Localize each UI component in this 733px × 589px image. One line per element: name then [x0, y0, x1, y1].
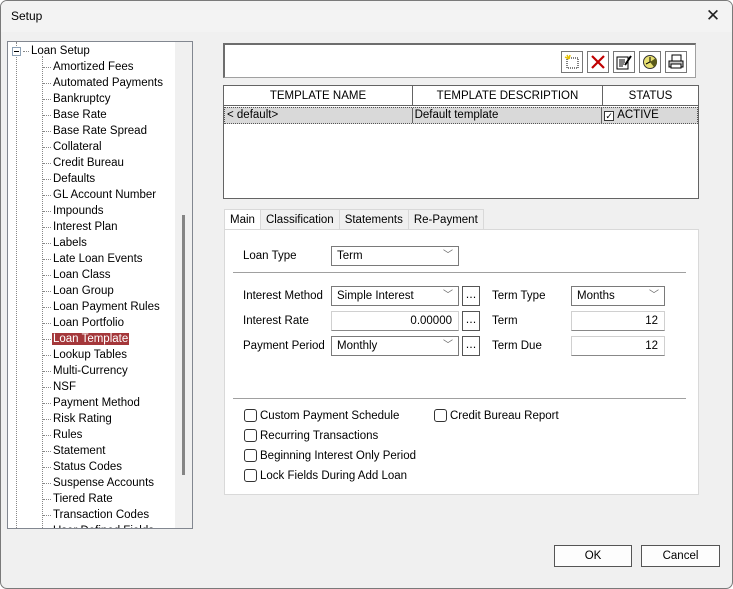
term-type-select[interactable]: Months ﹀	[571, 286, 665, 306]
loan-type-label: Loan Type	[243, 250, 297, 262]
tree-item-multi-currency[interactable]: Multi-Currency	[43, 363, 129, 379]
beginning-interest-only-period-checkbox[interactable]: Beginning Interest Only Period	[244, 449, 416, 462]
interest-rate-label: Interest Rate	[243, 315, 309, 327]
tree-item-base-rate[interactable]: Base Rate	[43, 107, 108, 123]
refresh-icon	[643, 55, 658, 69]
chevron-down-icon: ﹀	[443, 340, 453, 351]
tree-item-suspense-accounts[interactable]: Suspense Accounts	[43, 475, 155, 491]
tree-scrollbar[interactable]	[175, 42, 192, 528]
tree-item-loan-portfolio[interactable]: Loan Portfolio	[43, 315, 125, 331]
table-row[interactable]: < default> Default template ✓ ACTIVE	[224, 107, 698, 124]
tab-statements[interactable]: Statements	[338, 209, 409, 230]
delete-button[interactable]	[587, 51, 609, 73]
term-label: Term	[492, 315, 518, 327]
new-button[interactable]	[561, 51, 583, 73]
credit-bureau-report-checkbox[interactable]: Credit Bureau Report	[434, 409, 559, 422]
tree-item-base-rate-spread[interactable]: Base Rate Spread	[43, 123, 148, 139]
loan-type-select[interactable]: Term ﹀	[331, 246, 459, 266]
setup-dialog: Setup ✕ Loan Setup Amortized Fees Automat…	[0, 0, 733, 589]
interest-method-ellipsis-button[interactable]: ...	[462, 286, 480, 306]
setup-tree: Loan Setup Amortized Fees Automated Payme…	[7, 41, 193, 529]
print-button[interactable]	[665, 51, 687, 73]
tree-item-credit-bureau[interactable]: Credit Bureau	[43, 155, 125, 171]
tree-item-collateral[interactable]: Collateral	[43, 139, 103, 155]
tree-root-loan-setup[interactable]: Loan Setup	[12, 43, 90, 59]
tree-item-rules[interactable]: Rules	[43, 427, 83, 443]
tree-item-automated-payments[interactable]: Automated Payments	[43, 75, 164, 91]
payment-period-ellipsis-button[interactable]: ...	[462, 336, 480, 356]
term-type-label: Term Type	[492, 290, 546, 302]
tree-item-statement[interactable]: Statement	[43, 443, 106, 459]
tree-item-risk-rating[interactable]: Risk Rating	[43, 411, 113, 427]
tree-item-user-defined-fields[interactable]: User Defined Fields	[43, 523, 155, 528]
tree-item-labels[interactable]: Labels	[43, 235, 88, 251]
tree-item-tiered-rate[interactable]: Tiered Rate	[43, 491, 114, 507]
tree-item-impounds[interactable]: Impounds	[43, 203, 105, 219]
chevron-down-icon: ﹀	[649, 290, 659, 301]
tree-item-lookup-tables[interactable]: Lookup Tables	[43, 347, 128, 363]
interest-rate-input[interactable]: 0.00000	[331, 311, 459, 331]
cell-status: ✓ ACTIVE	[604, 109, 659, 121]
term-due-label: Term Due	[492, 340, 542, 352]
column-header-template-description[interactable]: TEMPLATE DESCRIPTION	[413, 86, 603, 106]
tab-bar: Main Classification Statements Re-Paymen…	[224, 209, 484, 231]
tree-item-defaults[interactable]: Defaults	[43, 171, 96, 187]
refresh-button[interactable]	[639, 51, 661, 73]
collapse-icon[interactable]	[12, 46, 21, 56]
column-header-template-name[interactable]: TEMPLATE NAME	[224, 86, 413, 106]
cancel-button[interactable]: Cancel	[641, 545, 720, 567]
payment-period-select[interactable]: Monthly ﹀	[331, 336, 459, 356]
tree-item-status-codes[interactable]: Status Codes	[43, 459, 123, 475]
custom-payment-schedule-checkbox[interactable]: Custom Payment Schedule	[244, 409, 399, 422]
print-icon	[668, 54, 684, 69]
grid-header: TEMPLATE NAME TEMPLATE DESCRIPTION STATU…	[224, 86, 698, 106]
divider	[233, 398, 686, 399]
tree-item-gl-account-number[interactable]: GL Account Number	[43, 187, 157, 203]
tree-item-payment-method[interactable]: Payment Method	[43, 395, 141, 411]
chevron-down-icon: ﹀	[443, 250, 453, 261]
interest-method-label: Interest Method	[243, 290, 323, 302]
tree-item-interest-plan[interactable]: Interest Plan	[43, 219, 119, 235]
payment-period-label: Payment Period	[243, 340, 325, 352]
tab-main[interactable]: Main	[224, 209, 261, 231]
cell-template-description: Default template	[413, 108, 603, 123]
tree-item-loan-payment-rules[interactable]: Loan Payment Rules	[43, 299, 161, 315]
recurring-transactions-checkbox[interactable]: Recurring Transactions	[244, 429, 378, 442]
tree-item-transaction-codes[interactable]: Transaction Codes	[43, 507, 150, 523]
status-checkbox[interactable]: ✓	[604, 111, 615, 121]
column-header-status[interactable]: STATUS	[603, 86, 698, 106]
edit-button[interactable]	[613, 51, 635, 73]
term-input[interactable]: 12	[571, 311, 665, 331]
new-icon	[564, 54, 579, 69]
main-tab-panel: Loan Type Term ﹀ Interest Method Simple I…	[224, 229, 699, 495]
chevron-down-icon: ﹀	[443, 290, 453, 301]
tree-item-bankruptcy[interactable]: Bankruptcy	[43, 91, 112, 107]
ok-button[interactable]: OK	[554, 545, 632, 567]
tab-classification[interactable]: Classification	[259, 209, 340, 230]
cell-template-name: < default>	[225, 108, 413, 123]
interest-method-select[interactable]: Simple Interest ﹀	[331, 286, 459, 306]
title-bar: Setup ✕	[1, 1, 732, 32]
divider	[233, 272, 686, 273]
window-title: Setup	[11, 9, 43, 23]
delete-icon	[591, 55, 605, 69]
scrollbar-thumb[interactable]	[182, 215, 185, 475]
template-toolbar	[223, 43, 696, 78]
term-due-input[interactable]: 12	[571, 336, 665, 356]
tree-item-loan-group[interactable]: Loan Group	[43, 283, 115, 299]
tree-item-late-loan-events[interactable]: Late Loan Events	[43, 251, 144, 267]
tree-item-loan-class[interactable]: Loan Class	[43, 267, 112, 283]
template-grid: TEMPLATE NAME TEMPLATE DESCRIPTION STATU…	[223, 85, 699, 199]
lock-fields-during-add-loan-checkbox[interactable]: Lock Fields During Add Loan	[244, 469, 407, 482]
tree-item-loan-template[interactable]: Loan Template	[43, 331, 130, 347]
tab-re-payment[interactable]: Re-Payment	[407, 209, 484, 230]
close-icon[interactable]: ✕	[702, 6, 724, 26]
tree-item-amortized-fees[interactable]: Amortized Fees	[43, 59, 135, 75]
edit-icon	[616, 55, 632, 70]
interest-rate-ellipsis-button[interactable]: ...	[462, 311, 480, 331]
tree-item-nsf[interactable]: NSF	[43, 379, 77, 395]
